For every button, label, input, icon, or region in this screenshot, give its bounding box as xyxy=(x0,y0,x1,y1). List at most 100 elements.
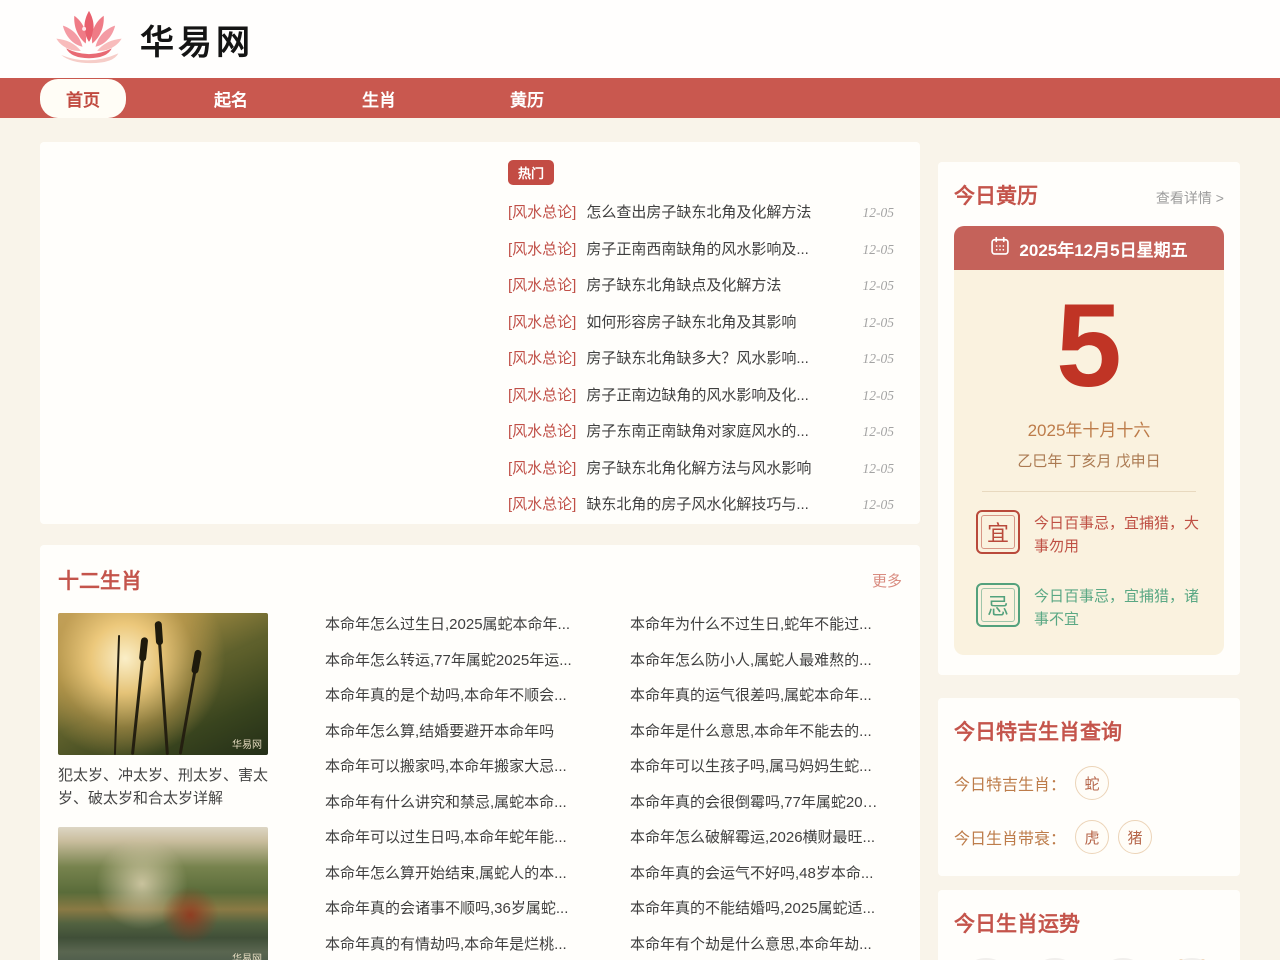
article-category-link[interactable]: [风水总论] xyxy=(508,311,576,332)
calendar-day-number: 5 xyxy=(970,280,1208,412)
hot-news-list: [风水总论] 怎么查出房子缺东北角及化解方法 12-05 [风水总论] 房子正南… xyxy=(508,201,894,530)
sidebar: 今日黄历 查看详情 > xyxy=(938,142,1240,960)
article-title-link[interactable]: 房子正南西南缺角的风水影响及... xyxy=(586,238,850,259)
featured-image-sunset-grass[interactable]: 华易网 xyxy=(58,613,268,755)
almanac-title: 今日黄历 xyxy=(954,180,1038,210)
almanac-card: 今日黄历 查看详情 > xyxy=(938,162,1240,675)
zodiac-article-link[interactable]: 本命年真的是个劫吗,本命年不顺会... xyxy=(325,684,575,705)
zodiac-article-link[interactable]: 本命年怎么算开始结束,属蛇人的本... xyxy=(325,862,575,883)
main-column: 热门 [风水总论] 怎么查出房子缺东北角及化解方法 12-05 [风水总论] 房… xyxy=(40,142,920,960)
zodiac-badge-pig[interactable]: 猪 xyxy=(1118,820,1152,854)
yi-seal-icon: 宜 xyxy=(976,510,1020,554)
nav-item-zodiac[interactable]: 生肖 xyxy=(336,79,422,118)
zodiac-badge-snake[interactable]: 蛇 xyxy=(1075,766,1109,800)
site-header: 华易网 xyxy=(0,0,1280,78)
zodiac-article-link[interactable]: 本命年真的运气很差吗,属蛇本命年... xyxy=(630,684,880,705)
article-date: 12-05 xyxy=(863,315,895,331)
zodiac-article-link[interactable]: 本命年怎么破解霉运,2026横财最旺... xyxy=(630,826,880,847)
zodiac-badge-tiger[interactable]: 虎 xyxy=(1075,820,1109,854)
ji-text: 今日百事忌，宜捕猎，诸事不宜 xyxy=(1034,583,1202,632)
zodiac-article-link[interactable]: 本命年可以生孩子吗,属马妈妈生蛇... xyxy=(630,755,880,776)
article-date: 12-05 xyxy=(863,351,895,367)
hot-list-item[interactable]: [风水总论] 怎么查出房子缺东北角及化解方法 12-05 xyxy=(508,201,894,222)
hot-list-item[interactable]: [风水总论] 如何形容房子缺东北角及其影响 12-05 xyxy=(508,311,894,332)
featured-image-caption-link[interactable]: 犯太岁、冲太岁、刑太岁、害太岁、破太岁和合太岁详解 xyxy=(58,764,268,811)
fortune-title: 今日生肖运势 xyxy=(954,913,1080,936)
zodiac-section-title: 十二生肖 xyxy=(58,565,142,595)
nav-item-almanac[interactable]: 黄历 xyxy=(484,79,570,118)
zodiac-list-column-1: 本命年怎么过生日,2025属蛇本命年... 本命年怎么转运,77年属蛇2025年… xyxy=(268,613,597,960)
article-title-link[interactable]: 房子缺东北角化解方法与风水影响 xyxy=(586,457,850,478)
hot-badge: 热门 xyxy=(508,160,554,185)
article-date: 12-05 xyxy=(863,461,895,477)
carousel-placeholder xyxy=(40,142,500,524)
article-category-link[interactable]: [风水总论] xyxy=(508,493,576,514)
hot-news-list-panel: 热门 [风水总论] 怎么查出房子缺东北角及化解方法 12-05 [风水总论] 房… xyxy=(500,142,920,524)
hot-list-item[interactable]: [风水总论] 房子正南西南缺角的风水影响及... 12-05 xyxy=(508,238,894,259)
article-title-link[interactable]: 如何形容房子缺东北角及其影响 xyxy=(586,311,850,332)
hot-list-item[interactable]: [风水总论] 房子正南边缺角的风水影响及化... 12-05 xyxy=(508,384,894,405)
zodiac-article-link[interactable]: 本命年真的会诸事不顺吗,36岁属蛇... xyxy=(325,897,575,918)
site-title[interactable]: 华易网 xyxy=(140,15,254,64)
article-category-link[interactable]: [风水总论] xyxy=(508,384,576,405)
featured-image-autumn-lake[interactable]: 华易网 xyxy=(58,827,268,960)
zodiac-article-link[interactable]: 本命年真的会很倒霉吗,77年属蛇202... xyxy=(630,791,880,812)
almanac-detail-link[interactable]: 查看详情 > xyxy=(1156,188,1224,208)
zodiac-article-link[interactable]: 本命年真的不能结婚吗,2025属蛇适... xyxy=(630,897,880,918)
calendar-date-header: 2025年12月5日星期五 xyxy=(1019,236,1187,261)
lucky-zodiac-label: 今日特吉生肖： xyxy=(954,771,1066,795)
nav-item-naming[interactable]: 起名 xyxy=(188,79,274,118)
article-category-link[interactable]: [风水总论] xyxy=(508,457,576,478)
unlucky-zodiac-label: 今日生肖带衰： xyxy=(954,825,1066,849)
fortune-card: 今日生肖运势 xyxy=(938,890,1240,960)
article-category-link[interactable]: [风水总论] xyxy=(508,274,576,295)
hot-list-item[interactable]: [风水总论] 房子东南正南缺角对家庭风水的... 12-05 xyxy=(508,420,894,441)
article-title-link[interactable]: 房子东南正南缺角对家庭风水的... xyxy=(586,420,850,441)
article-title-link[interactable]: 缺东北角的房子风水化解技巧与... xyxy=(586,493,850,514)
zodiac-article-link[interactable]: 本命年怎么转运,77年属蛇2025年运... xyxy=(325,649,575,670)
article-title-link[interactable]: 怎么查出房子缺东北角及化解方法 xyxy=(586,201,850,222)
site-logo-link[interactable]: 华易网 xyxy=(48,6,254,73)
zodiac-article-link[interactable]: 本命年可以搬家吗,本命年搬家大忌... xyxy=(325,755,575,776)
hot-list-item[interactable]: [风水总论] 房子缺东北角缺多大？风水影响... 12-05 xyxy=(508,347,894,368)
image-watermark: 华易网 xyxy=(232,736,262,751)
nav-item-home[interactable]: 首页 xyxy=(40,79,126,118)
zodiac-article-link[interactable]: 本命年怎么算,结婚要避开本命年吗 xyxy=(325,720,575,741)
article-category-link[interactable]: [风水总论] xyxy=(508,201,576,222)
hot-list-item[interactable]: [风水总论] 缺东北角的房子风水化解技巧与... 12-05 xyxy=(508,493,894,514)
article-date: 12-05 xyxy=(863,497,895,513)
zodiac-article-link[interactable]: 本命年怎么过生日,2025属蛇本命年... xyxy=(325,613,575,634)
lotus-logo-icon xyxy=(48,6,130,73)
article-category-link[interactable]: [风水总论] xyxy=(508,238,576,259)
calendar-icon xyxy=(990,236,1010,261)
calendar-body: 5 2025年十月十六 乙巳年 丁亥月 戊申日 宜 今日百事忌，宜捕猎，大事勿用… xyxy=(954,270,1224,655)
article-date: 12-05 xyxy=(863,278,895,294)
zodiac-more-link[interactable]: 更多 xyxy=(872,570,902,591)
zodiac-article-link[interactable]: 本命年有什么讲究和禁忌,属蛇本命... xyxy=(325,791,575,812)
hot-list-item[interactable]: [风水总论] 房子缺东北角缺点及化解方法 12-05 xyxy=(508,274,894,295)
article-title-link[interactable]: 房子缺东北角缺多大？风水影响... xyxy=(586,347,850,368)
hot-news-card: 热门 [风水总论] 怎么查出房子缺东北角及化解方法 12-05 [风水总论] 房… xyxy=(40,142,920,524)
calendar-widget[interactable]: 2025年12月5日星期五 5 2025年十月十六 乙巳年 丁亥月 戊申日 宜 … xyxy=(954,226,1224,655)
zodiac-article-link[interactable]: 本命年有个劫是什么意思,本命年劫... xyxy=(630,933,880,954)
calendar-ganzhi: 乙巳年 丁亥月 戊申日 xyxy=(970,450,1208,471)
zodiac-article-link[interactable]: 本命年可以过生日吗,本命年蛇年能... xyxy=(325,826,575,847)
article-date: 12-05 xyxy=(863,242,895,258)
article-title-link[interactable]: 房子正南边缺角的风水影响及化... xyxy=(586,384,850,405)
yi-text: 今日百事忌，宜捕猎，大事勿用 xyxy=(1034,510,1202,559)
zodiac-article-link[interactable]: 本命年真的有情劫吗,本命年是烂桃... xyxy=(325,933,575,954)
article-title-link[interactable]: 房子缺东北角缺点及化解方法 xyxy=(586,274,850,295)
article-category-link[interactable]: [风水总论] xyxy=(508,347,576,368)
calendar-header: 2025年12月5日星期五 xyxy=(954,226,1224,270)
article-date: 12-05 xyxy=(863,205,895,221)
zodiac-article-link[interactable]: 本命年是什么意思,本命年不能去的... xyxy=(630,720,880,741)
article-category-link[interactable]: [风水总论] xyxy=(508,420,576,441)
zodiac-section-card: 十二生肖 更多 华易网 犯太岁、冲太岁、刑太岁、害太岁、破太岁和合太岁详解 华易… xyxy=(40,545,920,960)
zodiac-article-link[interactable]: 本命年真的会运气不好吗,48岁本命... xyxy=(630,862,880,883)
zodiac-article-link[interactable]: 本命年怎么防小人,属蛇人最难熬的... xyxy=(630,649,880,670)
lucky-zodiac-title: 今日特吉生肖查询 xyxy=(954,721,1122,744)
hot-list-item[interactable]: [风水总论] 房子缺东北角化解方法与风水影响 12-05 xyxy=(508,457,894,478)
zodiac-list-column-2: 本命年为什么不过生日,蛇年不能过... 本命年怎么防小人,属蛇人最难熬的... … xyxy=(597,613,902,960)
zodiac-article-link[interactable]: 本命年为什么不过生日,蛇年不能过... xyxy=(630,613,880,634)
article-date: 12-05 xyxy=(863,424,895,440)
